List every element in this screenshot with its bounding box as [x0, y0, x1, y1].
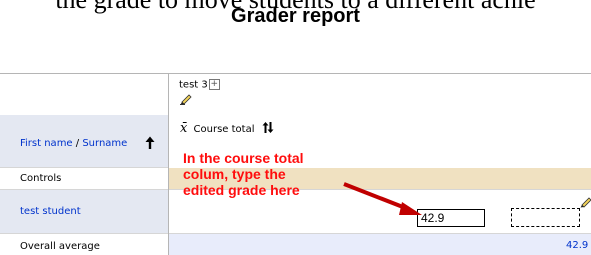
- overall-average-value: 42.9: [566, 240, 589, 251]
- student-name-link[interactable]: test student: [20, 206, 81, 218]
- course-total-label: Course total: [193, 124, 255, 135]
- annotation-arrow-icon: [343, 182, 422, 215]
- annotation-callout: In the course total colum, type the edit…: [183, 150, 304, 198]
- overall-average-label: Overall average: [20, 241, 100, 252]
- name-sort-links: First name / Surname: [20, 138, 127, 150]
- report-title: Grader report: [231, 5, 360, 27]
- pencil-icon[interactable]: [579, 195, 591, 208]
- item-name[interactable]: test 3: [179, 80, 208, 91]
- column-divider: [168, 74, 169, 255]
- annotation-line: edited grade here: [183, 182, 300, 198]
- annotation-line: colum, type the: [183, 166, 286, 182]
- plus-box-icon[interactable]: +: [208, 79, 220, 90]
- mean-symbol-icon: x̄: [180, 121, 188, 136]
- name-separator: /: [72, 138, 83, 149]
- surname-sort-link[interactable]: Surname: [82, 138, 127, 149]
- table-top-border: [0, 73, 591, 74]
- course-total-grade-input[interactable]: [417, 209, 485, 227]
- annotation-line: In the course total: [183, 150, 304, 166]
- firstname-sort-link[interactable]: First name: [20, 138, 73, 149]
- switch-sort-icon[interactable]: [262, 121, 274, 134]
- column-header-test-3: test 3 +: [179, 79, 220, 92]
- controls-label: Controls: [20, 173, 62, 184]
- pencil-icon[interactable]: [179, 92, 192, 105]
- up-arrow-icon: [145, 136, 155, 149]
- feedback-box[interactable]: [511, 208, 580, 227]
- overall-average-band: [169, 234, 591, 255]
- course-total-header: x̄ Course total: [180, 121, 255, 136]
